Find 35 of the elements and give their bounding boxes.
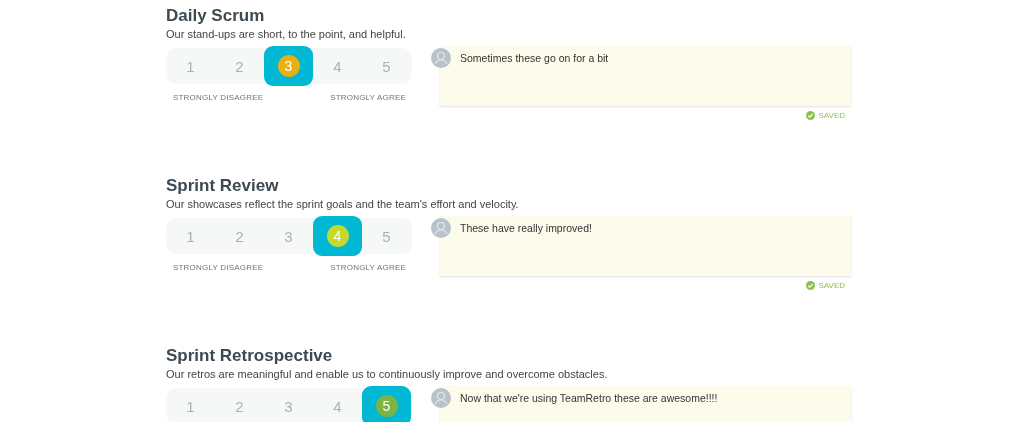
rating-option[interactable]: 1 <box>166 218 215 254</box>
check-icon <box>806 111 816 120</box>
scale-label: STRONGLY DISAGREE <box>173 263 264 272</box>
rating-option[interactable]: 5 <box>362 386 411 422</box>
rating-option[interactable]: 3 <box>264 218 313 254</box>
comment-field[interactable]: Now that we're using TeamRetro these are awesome!!!! <box>440 386 851 422</box>
rating-option[interactable]: 4 <box>313 388 362 422</box>
scale-label: STRONGLY AGREE <box>330 93 406 102</box>
rating-option[interactable]: 5 <box>362 218 411 254</box>
scale-label: STRONGLY AGREE <box>330 263 406 272</box>
rating-badge: 5 <box>375 395 398 417</box>
section-title: Sprint Review <box>166 176 280 196</box>
rating-option[interactable]: 1 <box>166 388 215 422</box>
rating-option[interactable]: 4 <box>313 48 362 84</box>
rating-option[interactable]: 1 <box>166 48 215 84</box>
rating-option[interactable]: 3 <box>264 46 313 86</box>
rating-badge: 3 <box>277 55 300 77</box>
comment-field[interactable]: These have really improved! <box>440 216 851 276</box>
rating-badge: 4 <box>326 225 349 247</box>
rating-option[interactable]: 3 <box>264 388 313 422</box>
check-icon <box>806 281 816 290</box>
comment-field[interactable]: Sometimes these go on for a bit <box>440 46 851 106</box>
section-title: Sprint Retrospective <box>166 346 334 366</box>
scale-label: STRONGLY DISAGREE <box>173 93 264 102</box>
rating-option[interactable]: 2 <box>215 388 264 422</box>
section-title: Daily Scrum <box>166 6 266 26</box>
saved-text: SAVED <box>818 281 845 290</box>
section-description: Our retros are meaningful and enable us to continuously improve and overcome obstacles. <box>166 367 609 381</box>
rating-option[interactable]: 2 <box>215 48 264 84</box>
rating-option[interactable]: 2 <box>215 218 264 254</box>
section-description: Our showcases reflect the sprint goals and the team's effort and velocity. <box>166 197 520 211</box>
section-description: Our stand-ups are short, to the point, and helpful. <box>166 27 407 41</box>
rating-option[interactable]: 5 <box>362 48 411 84</box>
saved-text: SAVED <box>818 111 845 120</box>
rating-option[interactable]: 4 <box>313 216 362 256</box>
